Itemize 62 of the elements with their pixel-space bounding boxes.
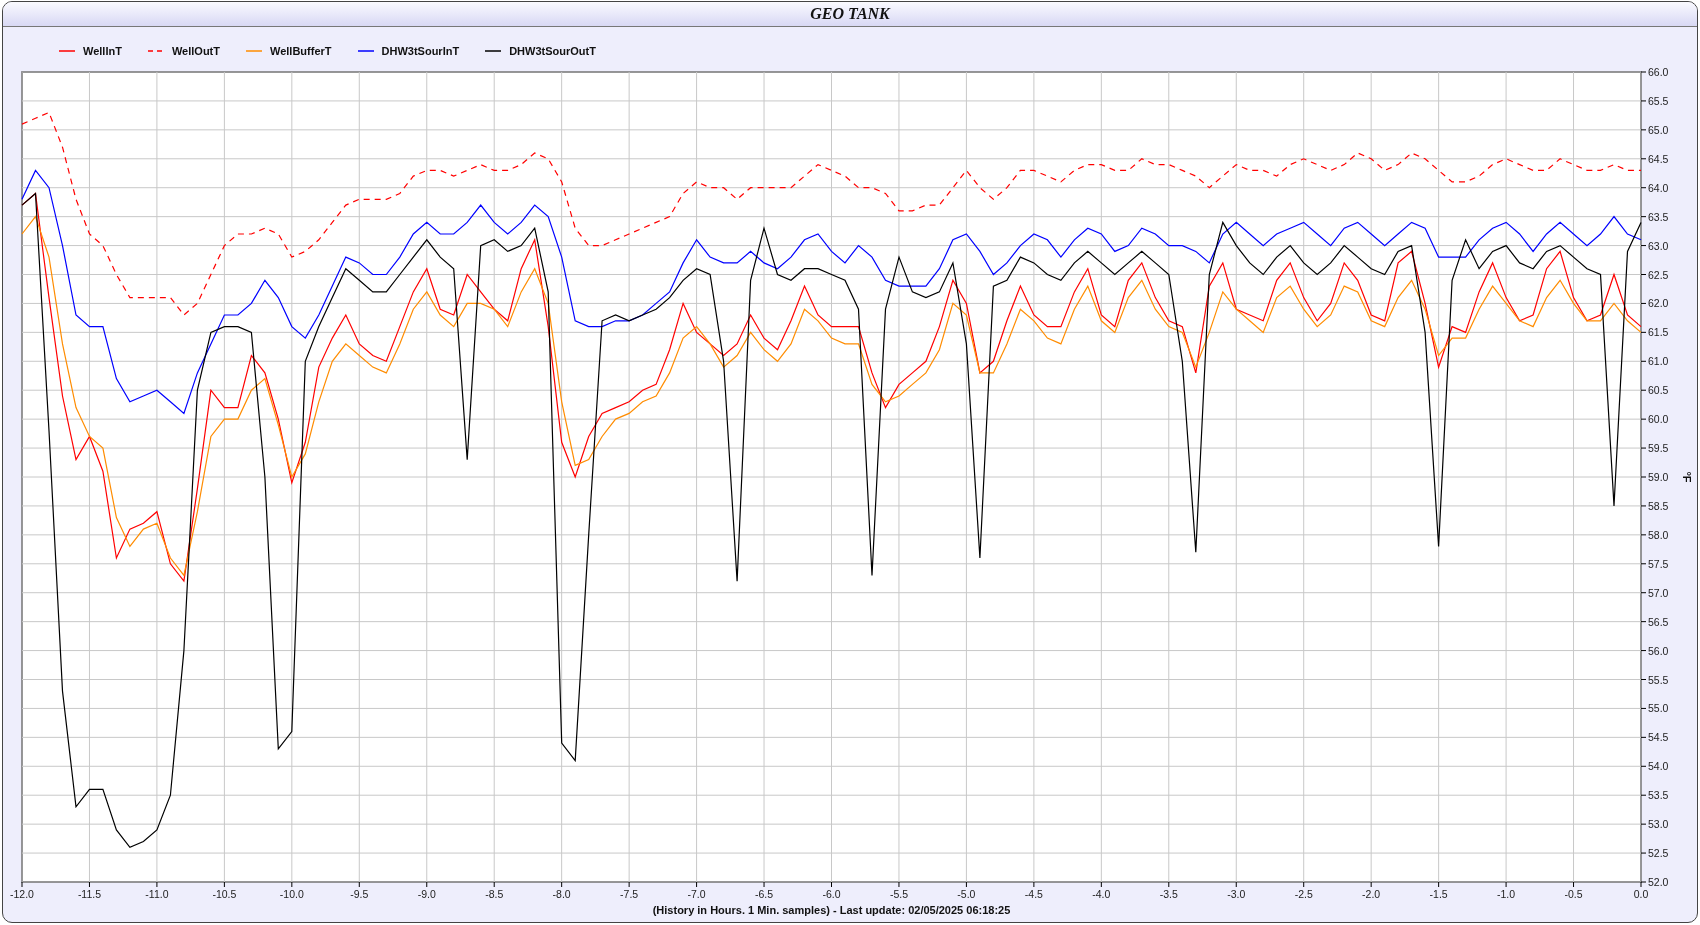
legend-label: WellOutT bbox=[171, 45, 220, 57]
axis-tick-label: -11.5 bbox=[77, 888, 102, 900]
axis-tick-label: 59.5 bbox=[1648, 442, 1669, 455]
axis-tick-label: -8.5 bbox=[485, 888, 504, 900]
legend-label: WellBufferT bbox=[270, 45, 332, 57]
axis-tick-label: 53.0 bbox=[1648, 818, 1669, 831]
axis-title: (History in Hours. 1 Min. samples) - Last update: 02/05/2025 06:18:25 bbox=[652, 904, 1011, 916]
axis-tick-label: -5.5 bbox=[889, 888, 908, 900]
axis-tick-label: 56.0 bbox=[1648, 644, 1669, 657]
legend-label: DHW3tSourOutT bbox=[509, 45, 596, 57]
axis-tick-label: 59.0 bbox=[1648, 471, 1669, 483]
axis-tick-label: 63.0 bbox=[1648, 239, 1669, 252]
axis-tick-label: 0.0 bbox=[1633, 888, 1649, 900]
axis-tick-label: -7.5 bbox=[620, 888, 639, 900]
axis-tick-label: -4.0 bbox=[1092, 888, 1111, 900]
axis-tick-label: 65.5 bbox=[1648, 94, 1669, 107]
axis-tick-label: -10.0 bbox=[279, 888, 304, 900]
axis-tick-label: 64.0 bbox=[1648, 181, 1669, 194]
axis-tick-label: 60.0 bbox=[1648, 413, 1669, 426]
axis-tick-label: -11.0 bbox=[145, 888, 169, 900]
axis-tick-label: -12.0 bbox=[10, 888, 34, 900]
axis-tick-label: -5.0 bbox=[957, 888, 976, 900]
axis-tick-label: 55.0 bbox=[1648, 702, 1669, 715]
axis-tick-label: 52.0 bbox=[1648, 876, 1669, 888]
axis-tick-label: 58.5 bbox=[1648, 499, 1669, 512]
legend-label: DHW3tSourInT bbox=[381, 45, 460, 57]
axis-tick-label: -8.0 bbox=[552, 888, 571, 900]
axis-tick-label: -0.5 bbox=[1564, 888, 1583, 900]
axis-tick-label: -4.5 bbox=[1024, 888, 1043, 900]
axis-tick-label: 57.5 bbox=[1648, 557, 1669, 570]
legend-label: WellInT bbox=[83, 45, 122, 57]
axis-tick-label: 65.0 bbox=[1648, 123, 1669, 136]
axis-tick-label: 60.5 bbox=[1648, 384, 1669, 397]
window-title: GEO TANK bbox=[810, 5, 890, 23]
axis-tick-label: 62.0 bbox=[1648, 297, 1669, 310]
axis-tick-label: -2.5 bbox=[1294, 888, 1313, 900]
axis-title: °F bbox=[1681, 471, 1691, 483]
axis-tick-label: 54.0 bbox=[1648, 760, 1669, 773]
axis-tick-label: -3.5 bbox=[1159, 888, 1178, 900]
axis-tick-label: -10.5 bbox=[212, 888, 237, 900]
axis-tick-label: 54.5 bbox=[1648, 731, 1669, 744]
axis-tick-label: 55.5 bbox=[1648, 673, 1669, 686]
axis-tick-label: 57.0 bbox=[1648, 586, 1669, 599]
axis-tick-label: -6.5 bbox=[755, 888, 774, 900]
axis-tick-label: -1.0 bbox=[1497, 888, 1516, 900]
axis-tick-label: -2.0 bbox=[1362, 888, 1381, 900]
axis-tick-label: 61.0 bbox=[1648, 355, 1669, 368]
axis-tick-label: 58.0 bbox=[1648, 528, 1669, 541]
axis-tick-label: -9.0 bbox=[417, 888, 436, 900]
axis-tick-label: 62.5 bbox=[1648, 268, 1669, 281]
axis-tick-label: -3.0 bbox=[1227, 888, 1246, 900]
axis-tick-label: 56.5 bbox=[1648, 615, 1669, 628]
axis-tick-label: 66.0 bbox=[1648, 66, 1669, 78]
axis-tick-label: 64.5 bbox=[1648, 152, 1669, 165]
axis-tick-label: -9.5 bbox=[350, 888, 369, 900]
axis-tick-label: -1.5 bbox=[1429, 888, 1448, 900]
axis-tick-label: -7.0 bbox=[687, 888, 706, 900]
axis-tick-label: 63.5 bbox=[1648, 210, 1669, 223]
axis-tick-label: 61.5 bbox=[1648, 326, 1669, 339]
axis-tick-label: -6.0 bbox=[822, 888, 841, 900]
axis-tick-label: 53.5 bbox=[1648, 789, 1669, 802]
axis-tick-label: 52.5 bbox=[1648, 847, 1669, 860]
